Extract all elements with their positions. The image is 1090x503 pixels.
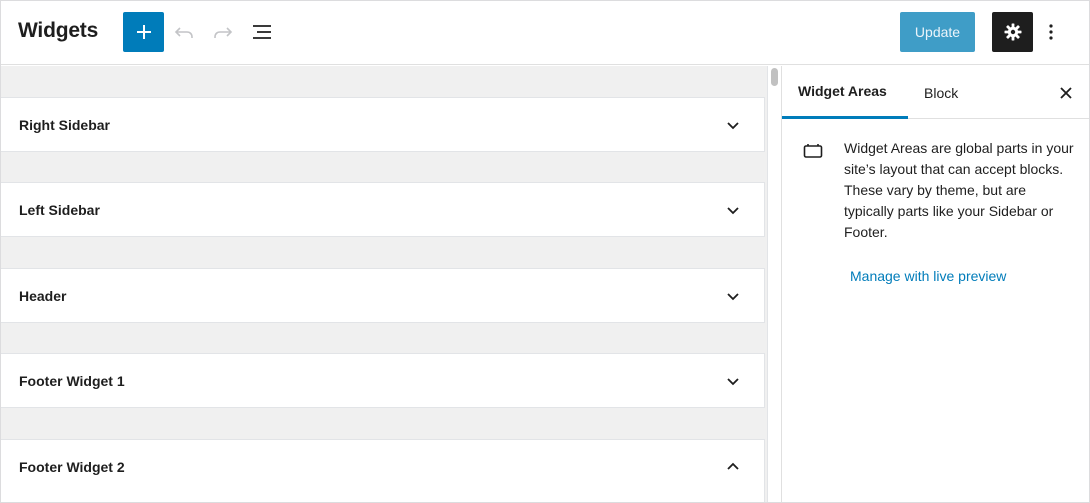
chevron-down-icon[interactable] xyxy=(723,371,743,391)
manage-live-preview-link[interactable]: Manage with live preview xyxy=(850,268,1006,284)
widgets-editor: Widgets Update Right Sidebar Left Sideba… xyxy=(0,0,1090,503)
update-button[interactable]: Update xyxy=(900,12,975,52)
redo-button[interactable] xyxy=(208,17,238,47)
page-title: Widgets xyxy=(18,19,99,42)
undo-icon xyxy=(174,27,193,38)
tab-block[interactable]: Block xyxy=(924,66,974,119)
scrollbar[interactable] xyxy=(767,66,781,502)
header-toolbar: Widgets Update xyxy=(1,1,1089,65)
widget-area-label: Footer Widget 1 xyxy=(19,373,125,389)
settings-sidebar: Widget Areas Block Widget Areas are glob… xyxy=(781,66,1089,502)
tab-widget-areas[interactable]: Widget Areas xyxy=(782,66,908,119)
scrollbar-thumb[interactable] xyxy=(771,68,778,86)
widget-area-footer-widget-2[interactable]: Footer Widget 2 xyxy=(1,439,765,502)
widget-area-label: Footer Widget 2 xyxy=(19,459,125,475)
settings-button[interactable] xyxy=(992,12,1033,52)
list-view-button[interactable] xyxy=(247,17,277,47)
chevron-down-icon[interactable] xyxy=(723,200,743,220)
chevron-down-icon[interactable] xyxy=(723,115,743,135)
close-sidebar-button[interactable] xyxy=(1055,82,1077,104)
more-options-button[interactable] xyxy=(1041,17,1061,47)
sidebar-tabs: Widget Areas Block xyxy=(782,66,1089,119)
widget-area-icon xyxy=(803,144,823,158)
widget-area-label: Left Sidebar xyxy=(19,202,100,218)
widget-area-label: Header xyxy=(19,288,67,304)
close-icon xyxy=(1060,87,1072,99)
widget-areas-canvas: Right Sidebar Left Sidebar Header Footer… xyxy=(1,66,767,502)
add-block-button[interactable] xyxy=(123,12,164,52)
widget-areas-description: Widget Areas are global parts in your si… xyxy=(844,140,1074,240)
chevron-up-icon[interactable] xyxy=(723,457,743,477)
undo-button[interactable] xyxy=(169,17,199,47)
more-vertical-icon xyxy=(1049,24,1053,40)
redo-icon xyxy=(214,27,233,38)
plus-icon xyxy=(136,25,151,39)
widget-area-label: Right Sidebar xyxy=(19,117,111,133)
widget-area-left-sidebar[interactable]: Left Sidebar xyxy=(1,182,765,237)
widget-area-header[interactable]: Header xyxy=(1,268,765,323)
list-view-icon xyxy=(253,25,271,39)
chevron-down-icon[interactable] xyxy=(723,286,743,306)
gear-icon xyxy=(1004,23,1021,41)
widget-area-footer-widget-1[interactable]: Footer Widget 1 xyxy=(1,353,765,408)
widget-area-right-sidebar[interactable]: Right Sidebar xyxy=(1,97,765,152)
